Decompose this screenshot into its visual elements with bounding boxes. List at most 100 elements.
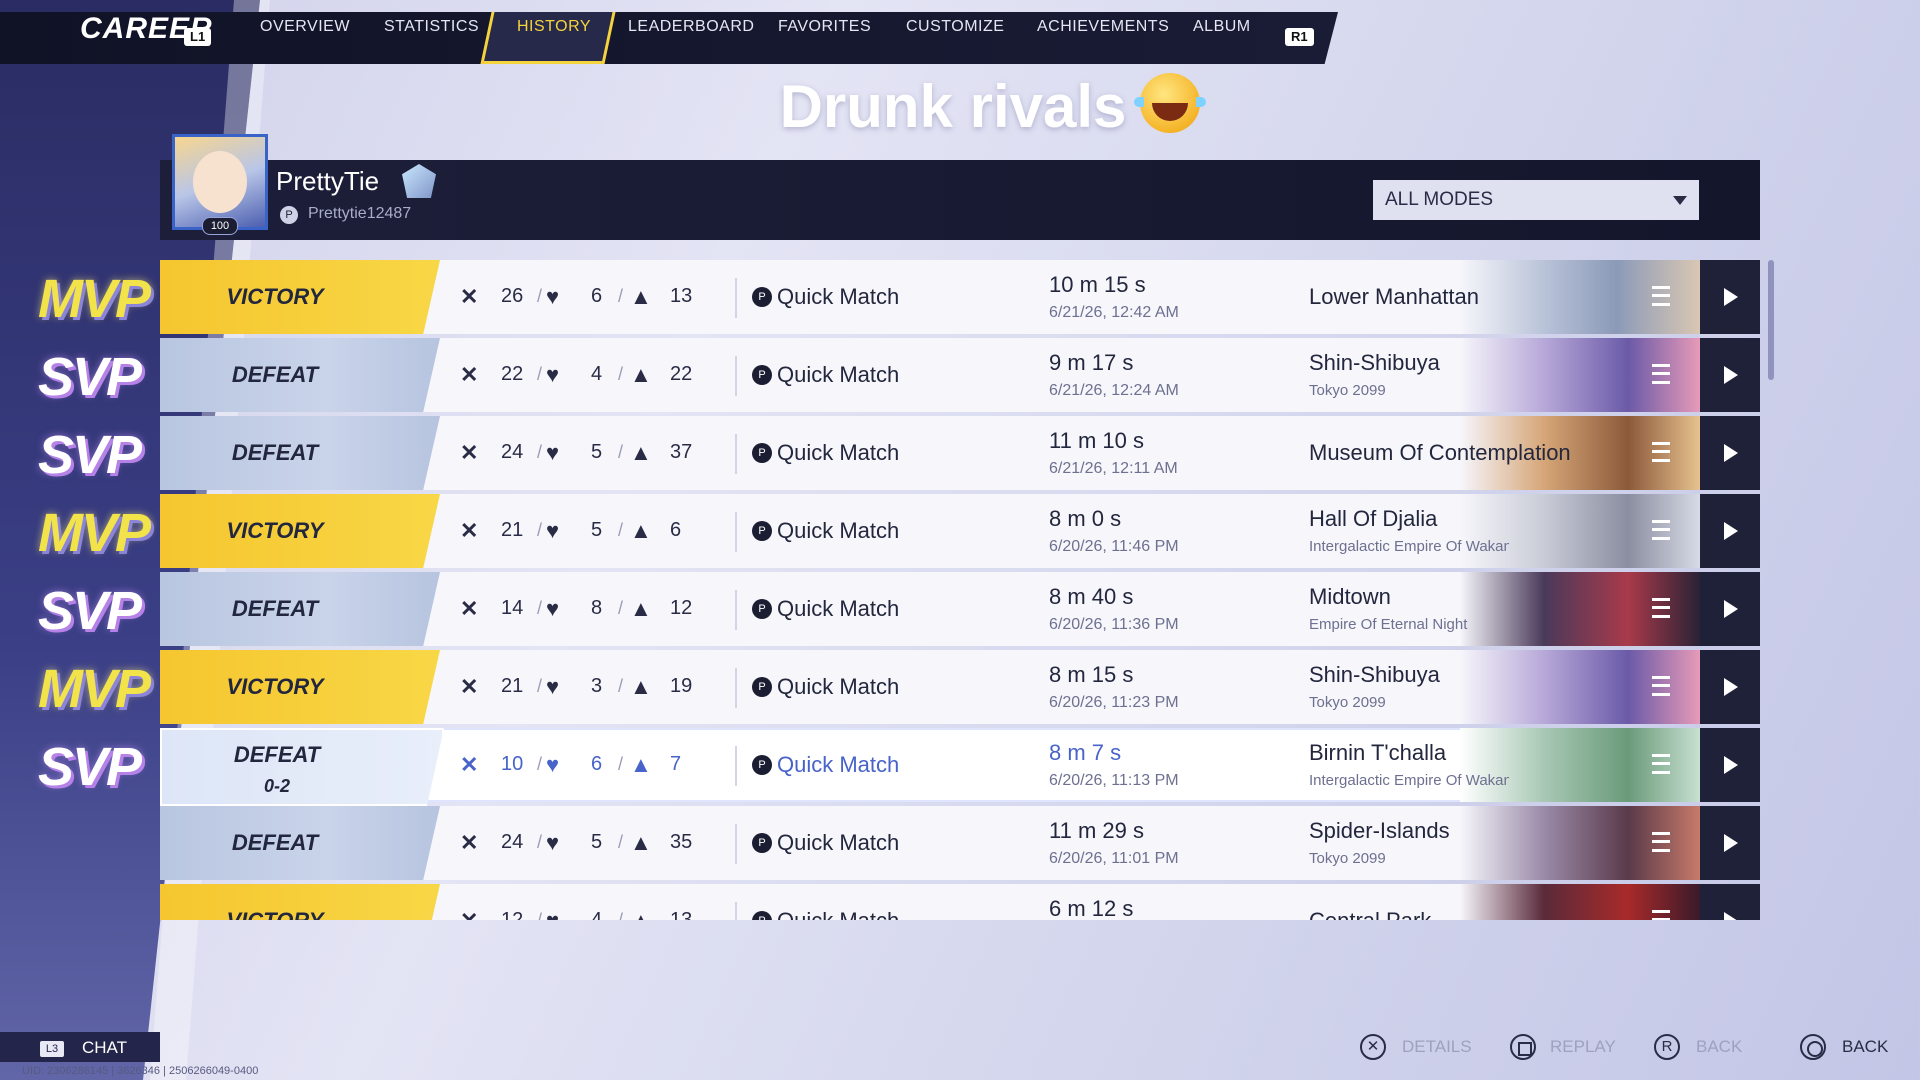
replay-hint[interactable]: REPLAY [1550, 1037, 1616, 1057]
result-banner: DEFEAT [160, 806, 440, 880]
map-name: Central Park [1309, 908, 1431, 920]
match-row[interactable]: DEFEAT ✕ 14/♥ 8/▲ 12 P Quick Match 8 m 40 s 6/20… [160, 572, 1760, 646]
avatar-face [193, 151, 247, 213]
player-name: PrettyTie [276, 166, 380, 196]
column-divider [735, 590, 737, 630]
replay-play-button[interactable] [1700, 416, 1760, 490]
match-row[interactable]: DEFEAT ✕ 22/♥ 4/▲ 22 P Quick Match 9 m 17 s 6/21… [160, 338, 1760, 412]
deaths-value: 6 [591, 285, 603, 307]
tab-history[interactable]: HISTORY [517, 18, 591, 36]
deaths-icon: ♥ [546, 830, 560, 855]
stat-separator: / [537, 598, 543, 618]
mvp-badge: MVP [38, 269, 151, 329]
replay-play-button[interactable] [1700, 650, 1760, 724]
mode-filter-value: ALL MODES [1385, 189, 1494, 210]
deaths-icon: ♥ [546, 284, 560, 309]
scrollbar[interactable] [1768, 260, 1774, 380]
result-label: DEFEAT [231, 362, 319, 387]
scroll-hint[interactable]: BACK [1696, 1037, 1742, 1057]
back-hint[interactable]: BACK [1842, 1037, 1888, 1057]
stat-separator: / [618, 442, 624, 462]
kills-icon: ✕ [460, 830, 479, 855]
assists-icon: ▲ [630, 596, 652, 621]
replay-play-button[interactable] [1700, 806, 1760, 880]
stat-separator: / [618, 598, 624, 618]
result-label: DEFEAT [231, 830, 319, 855]
assists-value: 6 [670, 519, 682, 541]
playstation-icon: P [752, 365, 772, 385]
tab-overview[interactable]: OVERVIEW [260, 18, 350, 36]
tab-leaderboard[interactable]: LEADERBOARD [628, 18, 754, 36]
map-region: Empire Of Eternal Night [1309, 616, 1468, 633]
assists-value: 13 [670, 909, 693, 920]
menu-icon[interactable] [1652, 520, 1670, 540]
page-title: Drunk rivals [0, 72, 1920, 141]
result-label: VICTORY [226, 518, 324, 543]
stat-separator: / [537, 520, 543, 540]
kills-value: 10 [501, 753, 524, 775]
replay-play-button[interactable] [1700, 572, 1760, 646]
column-divider [735, 668, 737, 708]
details-hint[interactable]: DETAILS [1402, 1037, 1472, 1057]
replay-play-button[interactable] [1700, 260, 1760, 334]
kills-value: 24 [501, 441, 524, 463]
deaths-value: 5 [591, 831, 603, 853]
menu-icon[interactable] [1652, 910, 1670, 920]
kills-icon: ✕ [460, 284, 479, 309]
map-region: Intergalactic Empire Of Wakanda [1309, 772, 1509, 789]
svp-badge: SVP [38, 737, 142, 797]
chat-bar[interactable] [0, 1032, 160, 1062]
match-row[interactable]: VICTORY ✕ 21/♥ 5/▲ 6 P Quick Match 8 m 0 s 6/20/… [160, 494, 1760, 568]
map-region: Tokyo 2099 [1309, 694, 1386, 711]
result-label: DEFEAT [231, 596, 319, 621]
stat-separator: / [618, 520, 624, 540]
match-row[interactable]: DEFEAT ✕ 24/♥ 5/▲ 35 P Quick Match 11 m 29 s 6/2… [160, 806, 1760, 880]
assists-value: 35 [670, 831, 693, 853]
kills-icon: ✕ [460, 908, 478, 920]
kills-value: 12 [501, 909, 524, 920]
mode-filter-dropdown[interactable]: ALL MODES [1373, 180, 1699, 220]
map-name: Lower Manhattan [1309, 284, 1479, 309]
kills-icon: ✕ [460, 752, 479, 777]
stat-separator: / [537, 286, 543, 306]
menu-icon[interactable] [1652, 676, 1670, 696]
menu-icon[interactable] [1652, 364, 1670, 384]
result-banner: DEFEAT [160, 338, 440, 412]
l1-button[interactable]: L1 [184, 28, 212, 46]
match-duration: 10 m 15 s [1049, 272, 1146, 297]
result-label: DEFEAT [233, 742, 321, 767]
game-mode: Quick Match [777, 596, 900, 621]
replay-play-button[interactable] [1700, 338, 1760, 412]
r1-button[interactable]: R1 [1285, 28, 1314, 46]
menu-icon[interactable] [1652, 442, 1670, 462]
tab-statistics[interactable]: STATISTICS [384, 18, 479, 36]
match-row[interactable]: DEFEAT 0-2 ✕ 10/♥ 6/▲ 7 P Quick Match 8 m 7 s 6/2… [160, 728, 1760, 806]
map-name: Museum Of Contemplation [1309, 440, 1571, 465]
match-date: 6/21/26, 12:24 AM [1049, 382, 1179, 399]
menu-icon[interactable] [1652, 598, 1670, 618]
avatar[interactable] [172, 134, 268, 230]
game-mode: Quick Match [777, 284, 900, 309]
match-row[interactable]: VICTORY ✕ 21/♥ 3/▲ 19 P Quick Match 8 m 15 s 6/2… [160, 650, 1760, 724]
match-row[interactable]: VICTORY✕12/♥4/▲13PQuick Match6 m 12 sCen… [160, 884, 1760, 920]
match-row[interactable]: DEFEAT ✕ 24/♥ 5/▲ 37 P Quick Match 11 m 10 s 6/2… [160, 416, 1760, 490]
replay-play-button[interactable] [1700, 494, 1760, 568]
replay-play-button[interactable] [1700, 884, 1760, 920]
menu-icon[interactable] [1652, 754, 1670, 774]
replay-play-button[interactable] [1700, 728, 1760, 802]
tab-achievements[interactable]: ACHIEVEMENTS [1037, 18, 1169, 36]
deaths-icon: ♥ [546, 674, 560, 699]
player-level-badge: 100 [202, 217, 238, 235]
tab-album[interactable]: ALBUM [1193, 18, 1251, 36]
assists-icon: ▲ [630, 518, 652, 543]
chat-label[interactable]: CHAT [82, 1038, 127, 1058]
column-divider [735, 356, 737, 396]
match-row[interactable]: VICTORY ✕ 26/♥ 6/▲ 13 P Quick Match 10 m 15 s 6/… [160, 260, 1760, 334]
menu-icon[interactable] [1652, 832, 1670, 852]
match-history-list[interactable]: VICTORY ✕ 26/♥ 6/▲ 13 P Quick Match 10 m 15 s 6/… [160, 260, 1760, 920]
playstation-icon: P [752, 677, 772, 697]
tab-favorites[interactable]: FAVORITES [778, 18, 871, 36]
tab-customize[interactable]: CUSTOMIZE [906, 18, 1004, 36]
menu-icon[interactable] [1652, 286, 1670, 306]
game-mode: Quick Match [777, 440, 900, 465]
